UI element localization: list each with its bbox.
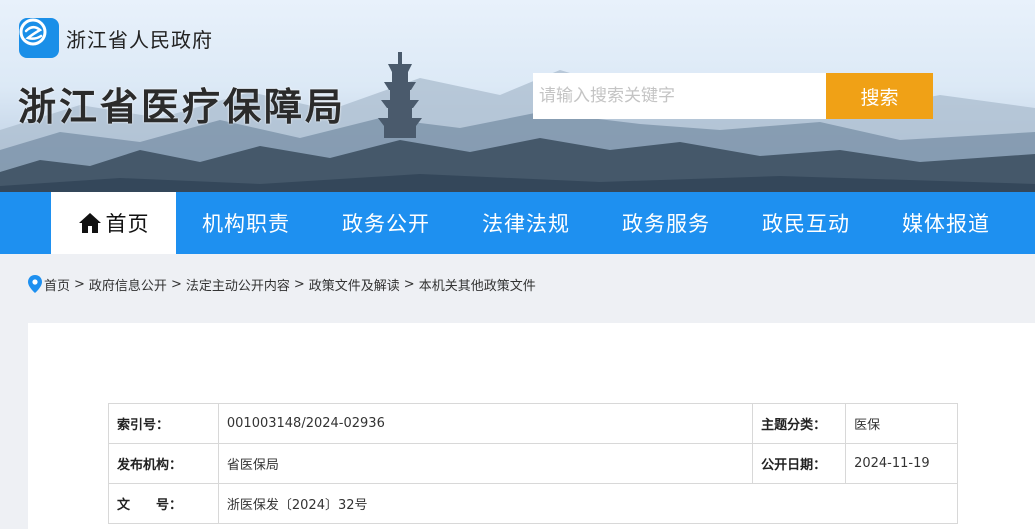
table-row: 索引号： 001003148/2024-02936 主题分类： 医保 [108, 403, 958, 444]
nav-item-services[interactable]: 政务服务 [596, 192, 736, 254]
home-icon [78, 213, 101, 233]
breadcrumb-separator: > [403, 276, 415, 292]
breadcrumb-home[interactable]: 首页 [44, 275, 70, 294]
issuer-value: 省医保局 [217, 443, 754, 484]
search-input[interactable] [533, 73, 827, 119]
index-value: 001003148/2024-02936 [217, 403, 754, 444]
breadcrumb-gov-info[interactable]: 政府信息公开 [89, 275, 167, 294]
nav-item-home[interactable]: 首页 [51, 192, 176, 254]
site-title: 浙江省医疗保障局 [18, 85, 347, 129]
breadcrumb-other-policy[interactable]: 本机关其他政策文件 [419, 275, 536, 294]
breadcrumb-separator: > [74, 276, 85, 292]
issuer-label: 发布机构： [108, 443, 219, 484]
index-label: 索引号： [108, 403, 219, 444]
breadcrumb-policy-docs[interactable]: 政策文件及解读 [309, 275, 400, 294]
breadcrumb: 首页 > 政府信息公开 > 法定主动公开内容 > 政策文件及解读 > 本机关其他… [28, 274, 536, 294]
breadcrumb-separator: > [170, 276, 182, 292]
breadcrumb-separator: > [293, 276, 305, 292]
nav-item-laws[interactable]: 法律法规 [456, 192, 596, 254]
nav-item-label: 首页 [105, 212, 150, 236]
nav-item-interaction[interactable]: 政民互动 [736, 192, 876, 254]
nav-item-institution[interactable]: 机构职责 [176, 192, 316, 254]
table-row: 发布机构： 省医保局 公开日期： 2024-11-19 [108, 443, 958, 484]
topic-label: 主题分类： [752, 403, 847, 444]
zhejiang-logo-icon [19, 18, 47, 46]
docno-label: 文 号： [108, 483, 219, 524]
document-meta-table: 索引号： 001003148/2024-02936 主题分类： 医保 发布机构：… [108, 403, 959, 524]
search-button[interactable]: 搜索 [826, 73, 933, 119]
date-label: 公开日期： [752, 443, 847, 484]
docno-value: 浙医保发〔2024〕32号 [217, 483, 959, 524]
gov-name-link[interactable]: 浙江省人民政府 [66, 24, 213, 53]
breadcrumb-public-content[interactable]: 法定主动公开内容 [186, 275, 290, 294]
nav-item-media[interactable]: 媒体报道 [876, 192, 1016, 254]
gov-logo[interactable] [19, 18, 59, 58]
topic-value: 医保 [845, 403, 958, 444]
nav-item-gov-affairs[interactable]: 政务公开 [316, 192, 456, 254]
date-value: 2024-11-19 [845, 443, 958, 484]
table-row: 文 号： 浙医保发〔2024〕32号 [108, 483, 959, 524]
location-pin-icon [28, 275, 42, 293]
main-nav: 首页 机构职责 政务公开 法律法规 政务服务 政民互动 媒体报道 [0, 192, 1035, 254]
